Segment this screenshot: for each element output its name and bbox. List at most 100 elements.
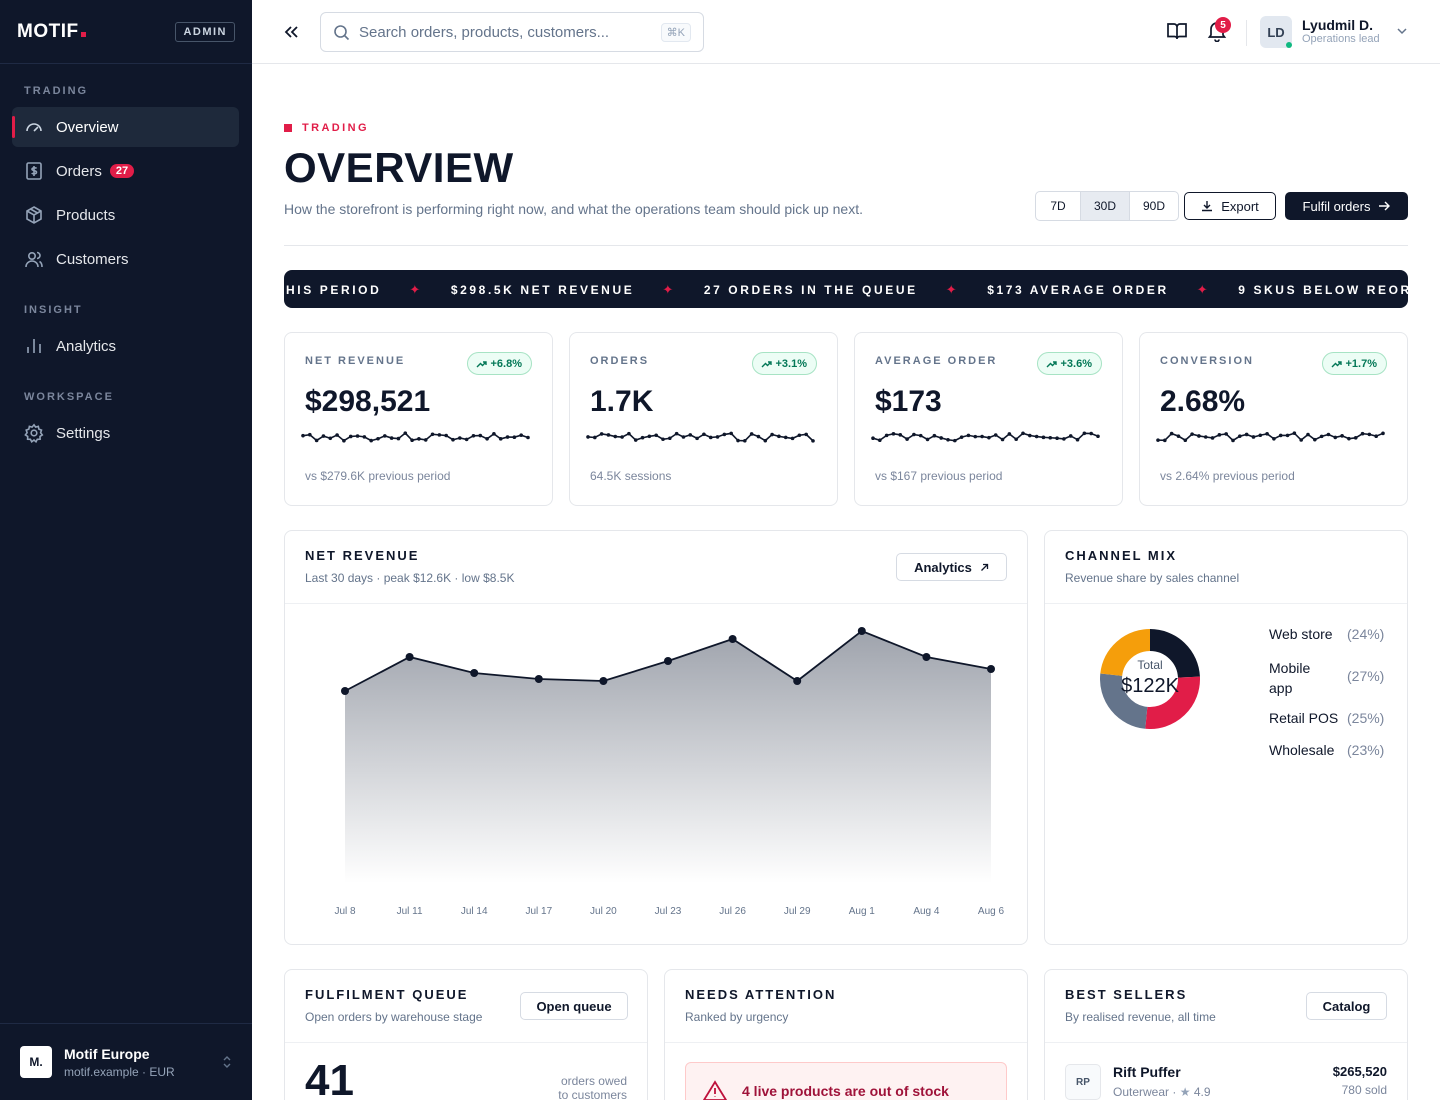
sparkline-point	[1156, 438, 1160, 442]
product-category: Outerwear	[1113, 1085, 1170, 1099]
sidebar-item-customers[interactable]: Customers	[12, 239, 239, 279]
open-queue-button[interactable]: Open queue	[520, 992, 628, 1020]
sparkline-point	[946, 437, 950, 442]
sidebar-section-trading: TRADING	[24, 85, 89, 97]
sparkline-point	[1062, 437, 1066, 441]
notification-count-badge: 5	[1215, 17, 1231, 33]
fulfilment-queue-panel: FULFILMENT QUEUE Open orders by warehous…	[284, 969, 648, 1100]
logo[interactable]: MOTIF	[17, 21, 86, 43]
star-icon: ★	[1179, 1085, 1191, 1099]
sparkline-point	[383, 434, 387, 438]
eyebrow-marker	[284, 124, 292, 132]
sparkline-point	[1326, 432, 1331, 437]
sidebar-item-label: Analytics	[56, 337, 117, 355]
user-name[interactable]: Lyudmil D.	[1302, 17, 1373, 33]
chevrons-up-down-icon	[223, 1056, 231, 1068]
sidebar-item-analytics[interactable]: Analytics	[12, 326, 239, 366]
revenue-point[interactable]	[728, 635, 737, 643]
kpi-delta-badge: +6.8%	[466, 352, 532, 375]
eyebrow-label: TRADING	[302, 122, 369, 134]
panel-title: NEEDS ATTENTION	[685, 987, 837, 1002]
range-7d-button[interactable]: 7D	[1036, 192, 1081, 220]
kpi-label: NET REVENUE	[305, 355, 406, 367]
revenue-point[interactable]	[922, 653, 931, 661]
sparkline-point	[681, 435, 686, 439]
chevron-down-icon[interactable]	[1396, 26, 1408, 36]
sparkline-point	[586, 435, 590, 439]
x-tick-label: Aug 4	[913, 906, 940, 917]
range-30d-button[interactable]: 30D	[1081, 192, 1130, 220]
sparkline-point	[1048, 435, 1053, 440]
sparkline-point	[1353, 436, 1358, 440]
sparkline-point	[410, 438, 414, 442]
panel-divider	[285, 1042, 647, 1043]
legend-pct: (23%)	[1347, 742, 1385, 758]
revenue-point[interactable]	[534, 675, 543, 683]
sparkline-point	[1251, 435, 1256, 439]
x-tick-label: Jul 29	[783, 906, 811, 917]
catalog-button[interactable]: Catalog	[1306, 992, 1387, 1020]
export-button[interactable]: Export	[1184, 192, 1276, 220]
product-thumbnail: RP	[1065, 1064, 1101, 1100]
fulfil-orders-button[interactable]: Fulfil orders	[1285, 192, 1408, 220]
download-icon	[1202, 201, 1213, 212]
book-open-icon[interactable]	[1166, 20, 1188, 42]
org-switcher[interactable]: M. Motif Europe motif.example · EUR	[0, 1023, 252, 1100]
sparkline-point	[1197, 434, 1201, 438]
legend-item-mobile-app: Mobile app (27%)	[1269, 658, 1407, 698]
ticker-separator-icon: ✦	[1196, 282, 1211, 297]
sparkline-point	[444, 433, 448, 438]
sparkline-point	[430, 432, 435, 437]
net-revenue-panel: NET REVENUE Last 30 days · peak $12.6K ·…	[284, 530, 1028, 945]
sidebar-item-products[interactable]: Products	[12, 195, 239, 235]
x-tick-label: Jul 20	[590, 906, 617, 917]
legend-name: Wholesale	[1269, 742, 1335, 758]
kpi-card-average-order: AVERAGE ORDER +3.6% $173 vs $167 previou…	[854, 332, 1123, 506]
revenue-point[interactable]	[470, 669, 479, 677]
revenue-point[interactable]	[793, 677, 802, 685]
queue-note-line: orders owed	[560, 1074, 627, 1088]
sparkline-point	[1238, 434, 1242, 438]
sparkline-point	[348, 434, 353, 439]
sparkline-point	[1021, 431, 1025, 436]
kpi-value: $173	[875, 385, 942, 418]
panel-subtitle: Ranked by urgency	[685, 1010, 789, 1024]
range-90d-button[interactable]: 90D	[1130, 192, 1178, 220]
analytics-link-button[interactable]: Analytics	[896, 553, 1007, 581]
sparkline-point	[389, 436, 394, 440]
sparkline-point	[1340, 434, 1344, 438]
trending-up-icon	[1046, 360, 1057, 367]
revenue-point[interactable]	[341, 687, 349, 695]
search-input[interactable]	[359, 23, 649, 41]
kpi-card-orders: ORDERS +3.1% 1.7K 64.5K sessions	[569, 332, 838, 506]
out-of-stock-alert[interactable]: 4 live products are out of stock	[685, 1062, 1007, 1100]
sparkline-point	[308, 432, 312, 437]
product-name[interactable]: Rift Puffer	[1113, 1064, 1181, 1080]
sparkline-point	[884, 433, 889, 438]
kpi-delta-badge: +3.1%	[751, 352, 817, 375]
sidebar-section-workspace: WORKSPACE	[24, 391, 114, 403]
sparkline-point	[342, 438, 346, 443]
sparkline-point	[640, 435, 645, 440]
sparkline-point	[953, 438, 957, 443]
kpi-delta-badge: +1.7%	[1321, 352, 1387, 375]
revenue-point[interactable]	[664, 657, 672, 665]
sparkline-point	[1381, 431, 1385, 436]
revenue-point[interactable]	[987, 665, 995, 673]
donut-total-label: Total	[1137, 658, 1163, 672]
panel-subtitle: Last 30 days · peak $12.6K · low $8.5K	[305, 571, 515, 585]
revenue-point[interactable]	[599, 677, 608, 685]
sidebar-item-settings[interactable]: Settings	[12, 413, 239, 453]
sidebar-item-orders[interactable]: Orders 27	[12, 151, 239, 191]
sparkline-point	[437, 433, 442, 437]
sparkline-point	[1278, 433, 1283, 438]
kpi-label: ORDERS	[590, 355, 650, 367]
collapse-sidebar-icon[interactable]	[282, 22, 300, 42]
product-revenue: $265,520	[1332, 1064, 1387, 1079]
sidebar-item-overview[interactable]: Overview	[12, 107, 239, 147]
revenue-point[interactable]	[405, 653, 414, 661]
ticker-separator-icon: ✦	[945, 282, 960, 297]
sparkline-point	[512, 435, 517, 439]
revenue-area	[345, 631, 991, 883]
revenue-point[interactable]	[857, 627, 866, 635]
